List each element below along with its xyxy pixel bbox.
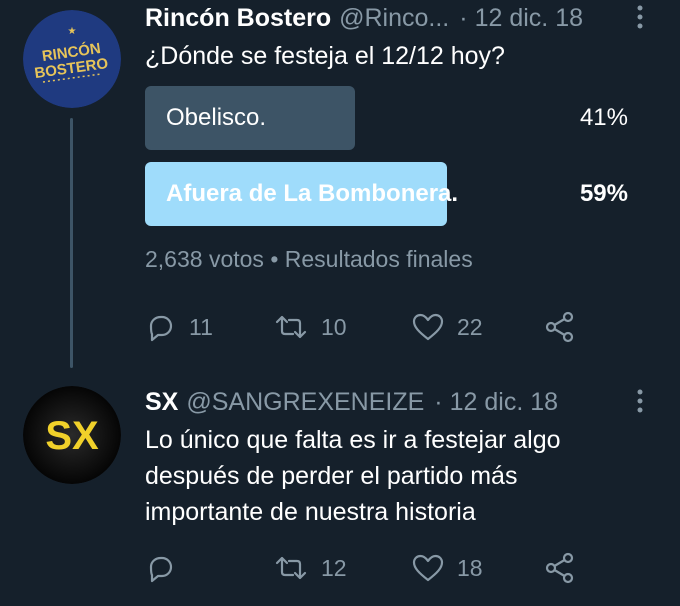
poll-option-label-winner: Afuera de La Bombonera. bbox=[166, 180, 459, 207]
poll-option-percent: 41% bbox=[579, 104, 628, 131]
tweet-text: Lo único que falta es ir a festejar algo… bbox=[145, 422, 561, 530]
like-button[interactable]: 18 bbox=[411, 548, 483, 588]
separator-dot: · bbox=[459, 3, 468, 32]
author-name[interactable]: SX bbox=[145, 388, 178, 417]
share-button[interactable] bbox=[543, 548, 577, 588]
author-handle[interactable]: @SANGREXENEIZE bbox=[186, 388, 424, 417]
reply-button[interactable] bbox=[145, 548, 177, 588]
retweet-icon bbox=[275, 556, 307, 580]
retweet-count: 10 bbox=[321, 313, 347, 340]
tweet-date[interactable]: 12 dic. 18 bbox=[450, 388, 558, 417]
tweet-text: ¿Dónde se festeja el 12/12 hoy? bbox=[145, 42, 505, 70]
tweet-date[interactable]: 12 dic. 18 bbox=[475, 4, 583, 33]
like-count: 18 bbox=[457, 554, 483, 581]
like-icon bbox=[412, 313, 444, 341]
reply-icon bbox=[149, 556, 173, 583]
more-options-button[interactable] bbox=[630, 2, 650, 32]
svg-text:★: ★ bbox=[68, 26, 77, 37]
tweet-text-line: importante de nuestra historia bbox=[145, 498, 476, 526]
reply-button[interactable]: 11 bbox=[145, 307, 213, 347]
share-icon bbox=[545, 311, 574, 343]
avatar-sx[interactable]: SX bbox=[23, 386, 121, 484]
poll-option-label: Obelisco. bbox=[166, 104, 267, 131]
sx-logo: SX bbox=[23, 386, 121, 484]
retweet-button[interactable]: 12 bbox=[273, 548, 347, 588]
more-options-button[interactable] bbox=[630, 386, 650, 416]
poll-meta: 2,638 votos • Resultados finales bbox=[145, 246, 473, 273]
tweet-text-line: Lo único que falta es ir a festejar algo bbox=[145, 426, 561, 454]
more-icon bbox=[637, 5, 643, 29]
tweet-text-line: después de perder el partido más bbox=[145, 462, 518, 490]
more-icon bbox=[637, 389, 643, 413]
reply-count: 11 bbox=[189, 313, 213, 340]
tweet-header: SX @SANGREXENEIZE · 12 dic. 18 bbox=[145, 386, 558, 418]
avatar-rincon-bostero[interactable]: ★ RINCÓN BOSTERO bbox=[23, 10, 121, 108]
separator-dot: · bbox=[434, 387, 443, 416]
tweet-2[interactable]: SX SX @SANGREXENEIZE · 12 dic. 18 Lo úni… bbox=[0, 386, 680, 606]
separator-dot: • bbox=[270, 246, 285, 272]
poll-option-percent-winner: 59% bbox=[579, 180, 628, 207]
like-icon bbox=[412, 554, 444, 582]
poll-votes: 2,638 votos bbox=[145, 246, 264, 272]
tweet-header: Rincón Bostero @Rinco... · 12 dic. 18 bbox=[145, 2, 583, 34]
like-count: 22 bbox=[457, 313, 483, 340]
share-icon bbox=[545, 552, 574, 584]
retweet-count: 12 bbox=[321, 554, 347, 581]
author-name[interactable]: Rincón Bostero bbox=[145, 4, 331, 33]
rincon-bostero-logo: ★ RINCÓN BOSTERO bbox=[23, 10, 121, 108]
tweet-actions: 12 18 bbox=[145, 548, 595, 588]
tweet-actions: 11 10 22 bbox=[145, 307, 595, 347]
share-button[interactable] bbox=[543, 307, 577, 347]
retweet-button[interactable]: 10 bbox=[273, 307, 347, 347]
poll-status: Resultados finales bbox=[284, 246, 473, 272]
like-button[interactable]: 22 bbox=[411, 307, 483, 347]
thread-line bbox=[70, 118, 73, 368]
tweet-1[interactable]: ★ RINCÓN BOSTERO Rincón Bostero @Rinco..… bbox=[0, 0, 680, 380]
avatar-text: SX bbox=[45, 414, 99, 458]
reply-icon bbox=[149, 315, 173, 342]
author-handle[interactable]: @Rinco... bbox=[339, 4, 449, 33]
retweet-icon bbox=[275, 315, 307, 339]
